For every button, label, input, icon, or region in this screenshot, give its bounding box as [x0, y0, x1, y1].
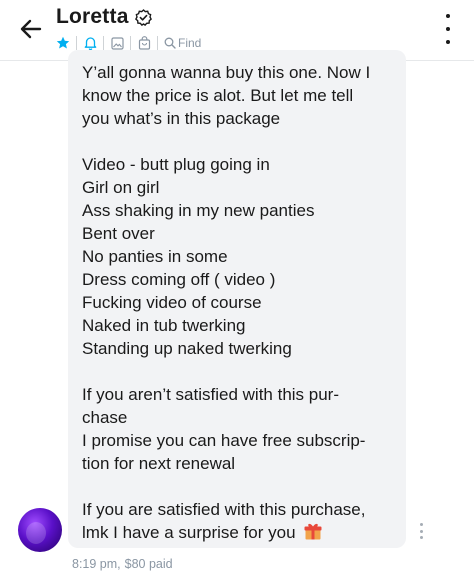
- message-line: know the price is alot. But let me tell: [82, 86, 354, 105]
- paragraph-break: [82, 475, 406, 498]
- message-bubble[interactable]: Y’all gonna wanna buy this one. Now I kn…: [68, 50, 406, 548]
- message-line: Standing up naked twerking: [82, 339, 292, 358]
- message-line: No panties in some: [82, 247, 228, 266]
- dot-icon: [446, 14, 450, 18]
- find-label: Find: [178, 36, 202, 50]
- paragraph-break: [82, 360, 406, 383]
- message-line: Bent over: [82, 224, 155, 243]
- image-icon: [110, 36, 124, 50]
- message-line: Fucking video of course: [82, 293, 262, 312]
- message-line: Ass shaking in my new panties: [82, 201, 315, 220]
- message-line: tion for next renewal: [82, 454, 236, 473]
- bell-icon: [84, 37, 96, 50]
- message-price: $80 paid: [124, 557, 173, 571]
- message-meta: 8:19 pm, $80 paid: [72, 557, 173, 571]
- message-options-button[interactable]: [417, 523, 425, 539]
- message-line: Girl on girl: [82, 178, 160, 197]
- verified-badge-icon: [134, 8, 152, 26]
- dot-icon: [446, 27, 450, 31]
- dot-icon: [419, 536, 423, 539]
- gift-icon: [303, 521, 323, 547]
- star-icon: [56, 36, 70, 49]
- message-line: you what’s in this package: [82, 109, 281, 128]
- paragraph-break: [82, 130, 406, 153]
- back-button[interactable]: [14, 12, 48, 46]
- search-icon: [164, 37, 176, 49]
- message-time: 8:19 pm,: [72, 557, 121, 571]
- shopping-bag-icon: [138, 36, 150, 50]
- sender-avatar[interactable]: [18, 508, 62, 552]
- contact-title[interactable]: Loretta: [56, 5, 152, 29]
- arrow-left-icon: [20, 19, 42, 39]
- dot-icon: [419, 523, 423, 526]
- message-line: lmk I have a surprise for you: [82, 523, 296, 542]
- message-line: If you aren’t satisfied with this pur-: [82, 385, 340, 404]
- more-options-button[interactable]: [442, 14, 454, 44]
- message-line: Y’all gonna wanna buy this one. Now I: [82, 63, 371, 82]
- message-line: Naked in tub twerking: [82, 316, 246, 335]
- message-line: chase: [82, 408, 128, 427]
- dot-icon: [446, 40, 450, 44]
- contact-name: Loretta: [56, 5, 129, 28]
- message-line: Dress coming off ( video ): [82, 270, 276, 289]
- dot-icon: [419, 529, 423, 533]
- message-line: I promise you can have free subscrip-: [82, 431, 366, 450]
- message-last-line: lmk I have a surprise for you: [82, 521, 406, 547]
- message-line: Video - butt plug going in: [82, 155, 270, 174]
- message-line: If you are satisfied with this purchase,: [82, 500, 366, 519]
- favorite-button[interactable]: [50, 33, 76, 53]
